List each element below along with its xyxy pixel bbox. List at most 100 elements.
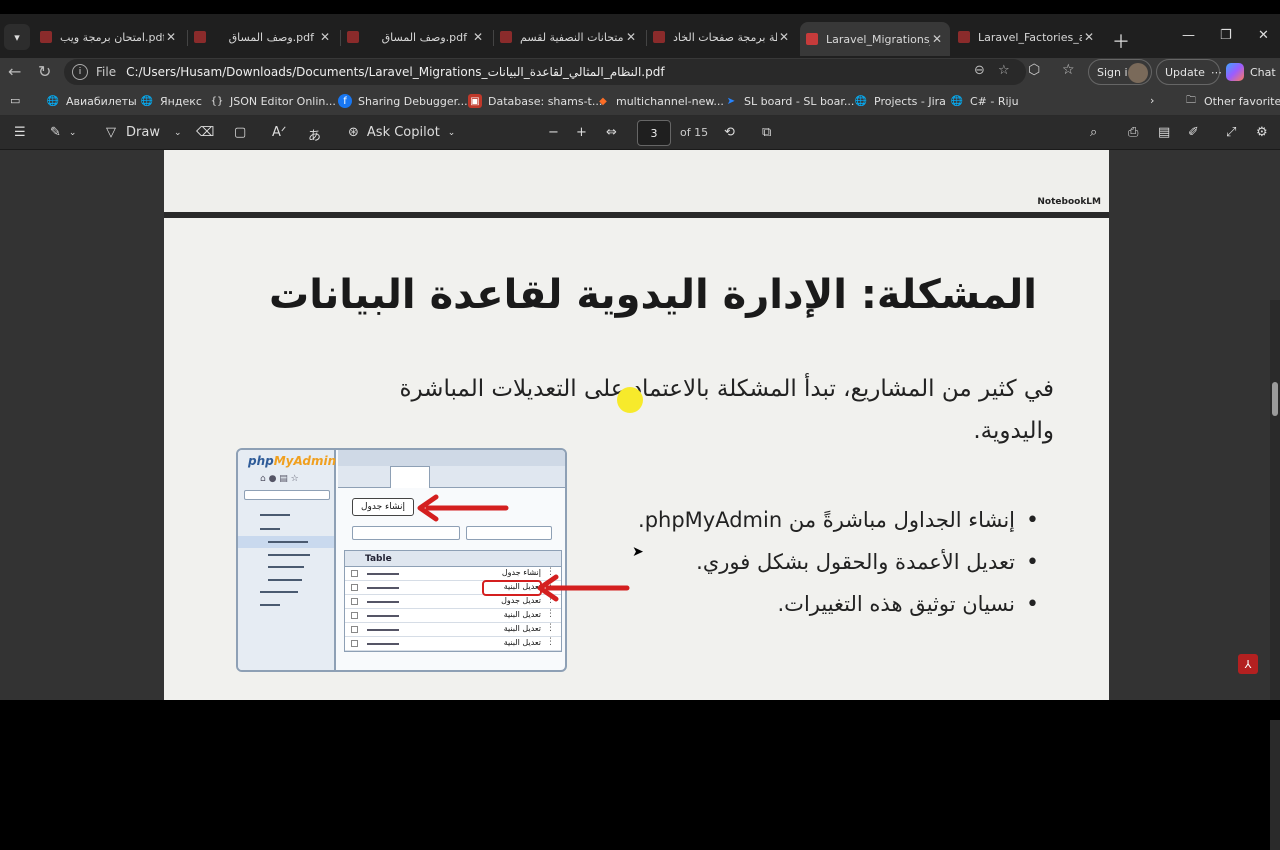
tab-1[interactable]: امتحان برمجة ويب.pdf ✕ — [34, 22, 184, 52]
bottom-strip — [0, 700, 1280, 720]
favorite-item[interactable]: 🌐 Авиабилеты — [46, 94, 137, 108]
eraser-icon[interactable]: ⌫ — [196, 125, 214, 140]
globe-icon: 🌐 — [854, 95, 868, 107]
close-icon[interactable]: ✕ — [930, 32, 944, 46]
page-view-icon[interactable]: ⧉ — [762, 125, 771, 140]
tab-actions-menu[interactable]: ▾ — [4, 24, 30, 50]
cursor-highlight — [617, 387, 643, 413]
highlight-box — [482, 580, 542, 596]
tab-4[interactable]: الامتحانات النصفية لقسم ✕ — [494, 22, 644, 52]
tab-5[interactable]: خطة برمجة صفحات الخاد ✕ — [647, 22, 797, 52]
extensions-icon[interactable]: ⬡ — [1028, 62, 1040, 78]
favorite-item[interactable]: ➤ SL board - SL boar... — [724, 94, 855, 108]
new-tab-button[interactable]: ＋ — [1112, 28, 1130, 54]
close-icon[interactable]: ✕ — [1082, 30, 1096, 44]
acrobat-icon[interactable]: ⅄ — [1238, 654, 1258, 674]
address-toolbar: ← ↻ i File C:/Users/Husam/Downloads/Docu… — [0, 58, 1280, 88]
close-icon[interactable]: ✕ — [624, 30, 638, 44]
read-aloud-icon[interactable]: Aᐟ — [272, 125, 286, 140]
tab-6-active[interactable]: Laravel_Migrations_ات ✕ — [800, 22, 950, 56]
favorites-bar: ▭ 🌐 Авиабилеты 🌐 Яндекс {} JSON Editor Onli… — [0, 88, 1280, 116]
avatar — [1128, 63, 1148, 83]
favorite-item[interactable]: 🌐 Яндекс — [140, 94, 202, 108]
search-icon[interactable]: ⌕ — [1090, 125, 1097, 140]
update-button[interactable]: Update ⋯ — [1156, 59, 1222, 85]
tab-label: وصف المساق.pdf — [381, 30, 467, 44]
red-arrow-icon — [417, 494, 509, 522]
settings-gear-icon[interactable]: ⚙ — [1256, 125, 1268, 140]
favorite-item[interactable]: f Sharing Debugger... — [338, 94, 468, 108]
minimize-button[interactable]: — — [1182, 28, 1195, 43]
zoom-in-icon[interactable]: + — [576, 125, 587, 140]
globe-icon: 🌐 — [46, 95, 60, 107]
tab-2[interactable]: وصف المساق.pdf ✕ — [188, 22, 338, 52]
globe-icon: 🌐 — [140, 95, 154, 107]
close-icon[interactable]: ✕ — [471, 30, 485, 44]
favorite-item[interactable]: ◆ multichannel-new... — [596, 94, 724, 108]
database-icon: ▣ — [468, 94, 482, 108]
favorite-item[interactable]: 🌐 C# - Riju — [950, 94, 1019, 108]
maximize-button[interactable]: ❐ — [1220, 28, 1232, 43]
translate-icon[interactable]: あ — [308, 125, 321, 144]
mock-row: إنشاء جدول ⋮ — [345, 567, 561, 581]
mock-create-table-button: إنشاء جدول — [352, 498, 414, 516]
favorites-menu-icon[interactable]: ▭ — [10, 94, 20, 107]
close-icon[interactable]: ✕ — [318, 30, 332, 44]
pdf-icon — [806, 33, 818, 45]
info-icon[interactable]: i — [72, 64, 88, 80]
slide-intro: في كثير من المشاريع، تبدأ المشكلة بالاعت… — [399, 376, 1054, 444]
fit-page-icon[interactable]: ⇔ — [606, 125, 617, 140]
current-page: المشكلة: الإدارة اليدوية لقاعدة البيانات… — [164, 218, 1109, 700]
chevron-right-icon[interactable]: › — [1150, 94, 1154, 107]
vertical-scrollbar[interactable] — [1270, 300, 1280, 850]
highlight-icon[interactable]: ✎ ⌄ — [50, 125, 76, 140]
tab-label: Laravel_Factories_and_S — [978, 30, 1082, 44]
mock-select — [466, 526, 552, 540]
phpmyadmin-logo: phpMyAdmin — [248, 454, 337, 468]
close-window-button[interactable]: ✕ — [1258, 28, 1269, 43]
facebook-icon: f — [338, 94, 352, 108]
fullscreen-icon[interactable]: ⤢ — [1226, 125, 1236, 140]
pdf-icon — [500, 31, 512, 43]
page-number-input[interactable]: 3 — [637, 120, 671, 146]
back-button[interactable]: ← — [8, 62, 21, 81]
copilot-icon — [1226, 63, 1244, 81]
zoom-icon[interactable]: ⊖ — [974, 63, 985, 78]
mouse-pointer-icon: ➤ — [632, 544, 644, 560]
close-icon[interactable]: ✕ — [164, 30, 178, 44]
save-icon[interactable]: ▤ — [1158, 125, 1170, 140]
red-arrow-icon — [537, 574, 630, 602]
sign-in-button[interactable]: Sign in — [1088, 59, 1152, 85]
favorite-item[interactable]: ▣ Database: shams-t... — [468, 94, 602, 108]
ask-copilot-button[interactable]: ⊛ Ask Copilot ⌄ — [348, 125, 455, 140]
tab-label: Laravel_Migrations_ات — [826, 32, 930, 46]
address-bar[interactable]: i File C:/Users/Husam/Downloads/Document… — [64, 59, 1026, 85]
tab-7[interactable]: Laravel_Factories_and_S ✕ — [952, 22, 1102, 52]
braces-icon: {} — [210, 95, 224, 107]
copilot-chat-button[interactable]: Chat — [1226, 59, 1278, 85]
rotate-icon[interactable]: ⟲ — [724, 125, 735, 140]
contents-icon[interactable]: ☰ — [14, 125, 26, 140]
print-icon[interactable]: ⎙ — [1128, 125, 1138, 140]
scrollbar-thumb[interactable] — [1272, 382, 1278, 416]
draw-button[interactable]: ▽ Draw ⌄ — [106, 125, 182, 140]
window-top-strip — [0, 0, 1280, 14]
mock-row: تعديل البنية⋮ — [345, 609, 561, 623]
pdf-icon — [653, 31, 665, 43]
close-icon[interactable]: ✕ — [777, 30, 791, 44]
favorites-icon[interactable]: ☆ — [1062, 62, 1075, 78]
mock-row: تعديل جدول ⋮ — [345, 595, 561, 609]
other-favorites[interactable]: 🗀 Other favorites — [1184, 94, 1280, 108]
save-as-icon[interactable]: ✐ — [1188, 125, 1199, 140]
previous-page: NotebookLM — [164, 150, 1109, 212]
zoom-out-icon[interactable]: − — [548, 125, 559, 140]
url-text[interactable]: C:/Users/Husam/Downloads/Documents/Larav… — [126, 65, 664, 79]
favorite-item[interactable]: {} JSON Editor Onlin... — [210, 94, 336, 108]
more-icon: ⋯ — [1210, 65, 1222, 79]
favorite-item[interactable]: 🌐 Projects - Jira — [854, 94, 946, 108]
favorite-star-icon[interactable]: ☆ — [998, 63, 1010, 78]
refresh-button[interactable]: ↻ — [38, 62, 51, 81]
text-box-icon[interactable]: ▢ — [234, 125, 246, 140]
pdf-icon — [347, 31, 359, 43]
tab-3[interactable]: وصف المساق.pdf ✕ — [341, 22, 491, 52]
